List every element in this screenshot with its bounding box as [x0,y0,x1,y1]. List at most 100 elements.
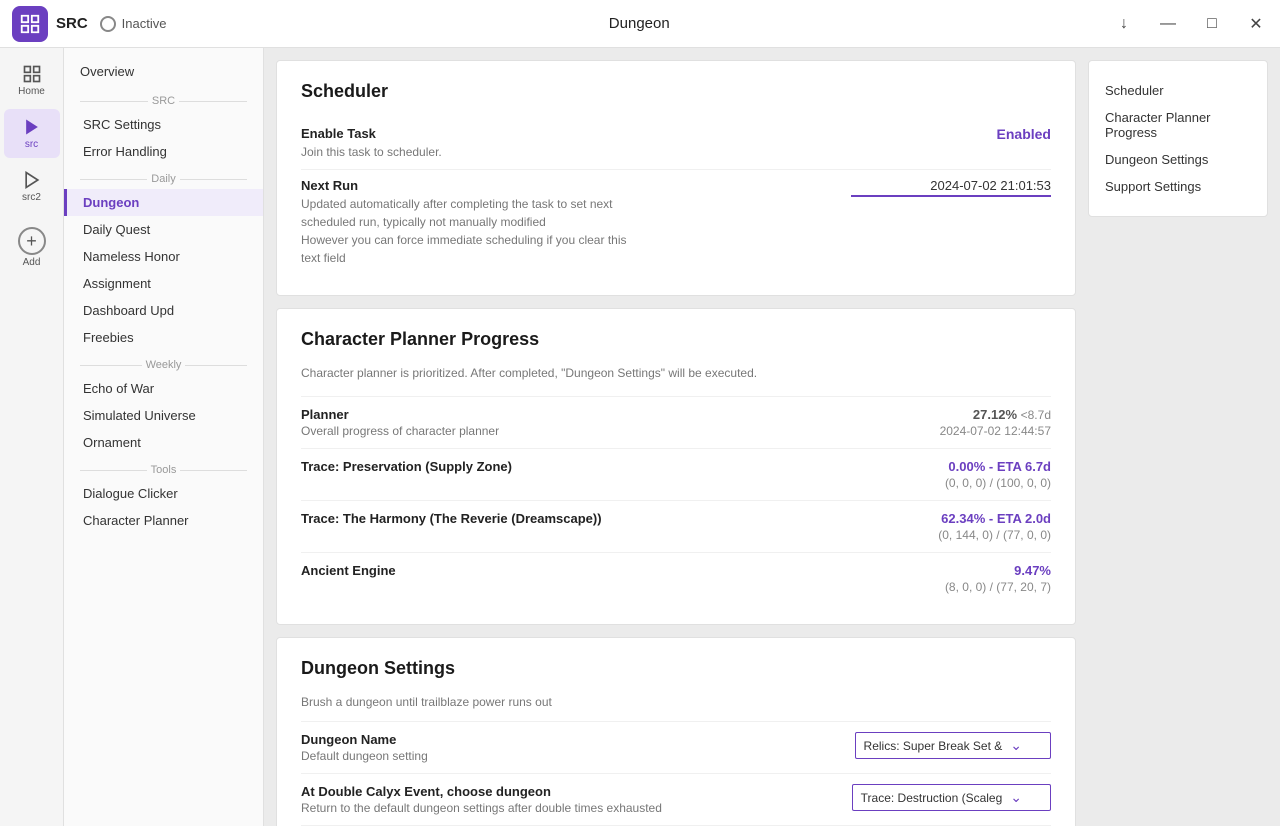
sidebar-item-dungeon[interactable]: Dungeon [64,189,263,216]
window-title: Dungeon [166,15,1112,32]
ancient-engine-label: Ancient Engine [301,563,396,578]
double-calyx-dropdown[interactable]: Trace: Destruction (Scaleg ⌄ [852,784,1051,811]
character-planner-title: Character Planner Progress [301,329,1051,350]
next-run-value[interactable]: 2024-07-02 21:01:53 [851,178,1051,197]
trace-preservation-left: Trace: Preservation (Supply Zone) [301,459,512,474]
sidebar-section-weekly: Weekly [64,351,263,375]
toc-panel: Scheduler Character Planner Progress Dun… [1088,60,1268,217]
scheduler-card: Scheduler Enable Task Join this task to … [276,60,1076,296]
trace-preservation-row: Trace: Preservation (Supply Zone) 0.00% … [301,448,1051,500]
double-calyx-chevron-icon: ⌄ [1010,789,1022,806]
rail-item-src2[interactable]: src2 [4,162,60,211]
toc-scheduler[interactable]: Scheduler [1101,77,1255,104]
trace-harmony-row: Trace: The Harmony (The Reverie (Dreamsc… [301,500,1051,552]
trace-preservation-sub: (0, 0, 0) / (100, 0, 0) [945,476,1051,490]
next-run-field: Next Run Updated automatically after com… [301,178,627,267]
sidebar-item-character-planner[interactable]: Character Planner [64,507,263,534]
toc-support-settings[interactable]: Support Settings [1101,173,1255,200]
sidebar-item-daily-quest[interactable]: Daily Quest [64,216,263,243]
titlebar: SRC Inactive Dungeon ↓ — □ ✕ [0,0,1280,48]
sidebar: Overview SRC SRC Settings Error Handling… [64,48,264,826]
content-panels: Scheduler Enable Task Join this task to … [276,60,1076,814]
next-run-label: Next Run [301,178,627,193]
double-calyx-desc: Return to the default dungeon settings a… [301,801,662,815]
close-button[interactable]: ✕ [1244,12,1268,36]
app-name: SRC [56,15,88,32]
sidebar-item-assignment[interactable]: Assignment [64,270,263,297]
ancient-engine-sub: (8, 0, 0) / (77, 20, 7) [945,580,1051,594]
ancient-engine-left: Ancient Engine [301,563,396,578]
sidebar-overview[interactable]: Overview [64,60,263,87]
planner-date: 2024-07-02 12:44:57 [940,424,1051,438]
sidebar-item-ornament[interactable]: Ornament [64,429,263,456]
enable-task-label: Enable Task [301,126,442,141]
double-calyx-value: Trace: Destruction (Scaleg [861,791,1003,805]
planner-label: Planner [301,407,499,422]
trace-preservation-label: Trace: Preservation (Supply Zone) [301,459,512,474]
maximize-button[interactable]: □ [1200,12,1224,36]
planner-row-left: Planner Overall progress of character pl… [301,407,499,438]
enable-task-row: Enable Task Join this task to scheduler.… [301,118,1051,169]
planner-pct-text: 27.12% [973,407,1017,422]
add-button[interactable]: + [18,227,46,255]
enable-task-desc: Join this task to scheduler. [301,143,442,161]
sidebar-item-error-handling[interactable]: Error Handling [64,138,263,165]
dungeon-settings-card: Dungeon Settings Brush a dungeon until t… [276,637,1076,826]
ancient-engine-row: Ancient Engine 9.47% (8, 0, 0) / (77, 20… [301,552,1051,604]
trace-harmony-left: Trace: The Harmony (The Reverie (Dreamsc… [301,511,602,526]
dungeon-name-chevron-icon: ⌄ [1010,737,1022,754]
trace-preservation-value: 0.00% - ETA 6.7d (0, 0, 0) / (100, 0, 0) [945,459,1051,490]
planner-eta: <8.7d [1021,408,1051,422]
planner-pct: 27.12% <8.7d [940,407,1051,422]
dungeon-name-dropdown[interactable]: Relics: Super Break Set & ⌄ [855,732,1051,759]
rail-src2-label: src2 [22,192,41,203]
sidebar-item-src-settings[interactable]: SRC Settings [64,111,263,138]
toc-dungeon-settings[interactable]: Dungeon Settings [1101,146,1255,173]
double-calyx-left: At Double Calyx Event, choose dungeon Re… [301,784,662,815]
trace-harmony-value: 62.34% - ETA 2.0d (0, 144, 0) / (77, 0, … [938,511,1051,542]
trace-preservation-pct: 0.00% - ETA 6.7d [945,459,1051,474]
dungeon-name-label: Dungeon Name [301,732,428,747]
minimize-button[interactable]: — [1156,12,1180,36]
dungeon-name-left: Dungeon Name Default dungeon setting [301,732,428,763]
app-body: Home src src2 + Add Overview SRC SRC Set… [0,48,1280,826]
trace-harmony-pct: 62.34% - ETA 2.0d [938,511,1051,526]
window-controls: ↓ — □ ✕ [1112,12,1268,36]
trace-harmony-sub: (0, 144, 0) / (77, 0, 0) [938,528,1051,542]
dungeon-name-desc: Default dungeon setting [301,749,428,763]
download-button[interactable]: ↓ [1112,12,1136,36]
dungeon-settings-desc: Brush a dungeon until trailblaze power r… [301,695,1051,709]
character-planner-desc: Character planner is prioritized. After … [301,366,1051,380]
sidebar-item-nameless-honor[interactable]: Nameless Honor [64,243,263,270]
icon-rail: Home src src2 + Add [0,48,64,826]
dungeon-name-value: Relics: Super Break Set & [864,739,1003,753]
double-calyx-label: At Double Calyx Event, choose dungeon [301,784,662,799]
add-label: Add [23,257,41,268]
next-run-desc: Updated automatically after completing t… [301,195,627,267]
app-logo [12,6,48,42]
sidebar-item-echo-of-war[interactable]: Echo of War [64,375,263,402]
rail-item-src[interactable]: src [4,109,60,158]
sidebar-item-dialogue-clicker[interactable]: Dialogue Clicker [64,480,263,507]
sidebar-item-simulated-universe[interactable]: Simulated Universe [64,402,263,429]
sidebar-section-src: SRC [64,87,263,111]
sidebar-item-freebies[interactable]: Freebies [64,324,263,351]
sidebar-section-daily: Daily [64,165,263,189]
next-run-row: Next Run Updated automatically after com… [301,169,1051,275]
rail-src-label: src [25,139,38,150]
dungeon-name-row: Dungeon Name Default dungeon setting Rel… [301,721,1051,773]
trace-harmony-label: Trace: The Harmony (The Reverie (Dreamsc… [301,511,602,526]
ancient-engine-value: 9.47% (8, 0, 0) / (77, 20, 7) [945,563,1051,594]
sidebar-item-dashboard-upd[interactable]: Dashboard Upd [64,297,263,324]
enable-task-field: Enable Task Join this task to scheduler. [301,126,442,161]
character-planner-card: Character Planner Progress Character pla… [276,308,1076,625]
rail-item-home[interactable]: Home [4,56,60,105]
status-label: Inactive [122,16,167,31]
toc-character-planner-progress[interactable]: Character Planner Progress [1101,104,1255,146]
status-indicator: Inactive [100,16,167,32]
dungeon-settings-title: Dungeon Settings [301,658,1051,679]
ancient-engine-pct: 9.47% [945,563,1051,578]
scheduler-title: Scheduler [301,81,1051,102]
sidebar-section-tools: Tools [64,456,263,480]
enable-task-value[interactable]: Enabled [851,126,1051,142]
